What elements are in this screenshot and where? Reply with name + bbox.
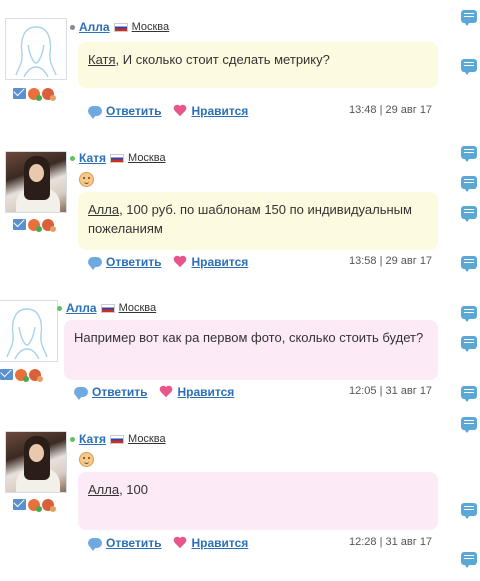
user-actions: [0, 369, 43, 382]
gift-icon[interactable]: [28, 219, 42, 232]
smiley-icon: [79, 172, 94, 187]
author-city[interactable]: Москва: [128, 433, 166, 445]
online-status-dot: [70, 155, 75, 161]
user-actions: [13, 88, 56, 101]
comment-icon[interactable]: [461, 10, 477, 26]
comment-icon[interactable]: [461, 59, 477, 75]
flag-icon: [113, 22, 128, 32]
message-text: , 100: [119, 482, 148, 497]
heart-icon: [173, 256, 187, 268]
message-bubble: Катя, И сколько стоит сделать метрику?: [78, 42, 438, 88]
message-bubble: Например вот как ра первом фото, сколько…: [64, 320, 438, 380]
reply-button[interactable]: Ответить: [74, 385, 147, 400]
avatar[interactable]: [0, 300, 58, 362]
mention-link[interactable]: Алла: [88, 202, 119, 217]
present-icon[interactable]: [42, 499, 56, 512]
reply-button[interactable]: Ответить: [88, 255, 161, 270]
author-name[interactable]: Алла: [79, 20, 110, 34]
message-text: Например вот как ра первом фото, сколько…: [74, 330, 424, 345]
present-icon[interactable]: [42, 88, 56, 101]
comment-icon[interactable]: [461, 146, 477, 162]
comment-icon[interactable]: [461, 336, 477, 352]
gift-icon[interactable]: [15, 369, 29, 382]
author-city[interactable]: Москва: [128, 152, 166, 164]
author-name[interactable]: Алла: [66, 301, 97, 315]
mail-icon[interactable]: [13, 499, 26, 510]
comment-icon[interactable]: [461, 417, 477, 433]
reply-icon: [88, 538, 102, 551]
like-button[interactable]: Нравится: [173, 104, 248, 118]
mail-icon[interactable]: [13, 88, 26, 99]
comment-icon[interactable]: [461, 256, 477, 272]
message-text: , 100 руб. по шаблонам 150 по индивидуал…: [88, 202, 412, 236]
author-name[interactable]: Катя: [79, 432, 106, 446]
mail-icon[interactable]: [0, 369, 13, 380]
timestamp: 13:58 | 29 авг 17: [349, 255, 433, 267]
status-dot: [70, 24, 75, 30]
reply-icon: [88, 257, 102, 270]
gift-icon[interactable]: [28, 499, 42, 512]
present-icon[interactable]: [29, 369, 43, 382]
heart-icon: [173, 537, 187, 549]
reply-button[interactable]: Ответить: [88, 104, 161, 119]
like-button[interactable]: Нравится: [159, 385, 234, 399]
author-name[interactable]: Катя: [79, 151, 106, 165]
flag-icon: [100, 303, 115, 313]
comment-icon[interactable]: [461, 306, 477, 322]
comment-icon[interactable]: [461, 206, 477, 222]
gift-icon[interactable]: [28, 88, 42, 101]
message-bubble: Алла, 100 руб. по шаблонам 150 по индиви…: [78, 192, 438, 250]
avatar[interactable]: [5, 18, 67, 80]
mention-link[interactable]: Катя: [88, 52, 116, 67]
message-bubble: Алла, 100: [78, 472, 438, 530]
reply-icon: [74, 387, 88, 400]
mail-icon[interactable]: [13, 219, 26, 230]
user-actions: [13, 499, 56, 512]
heart-icon: [159, 386, 173, 398]
flag-icon: [110, 153, 125, 163]
smiley-icon: [79, 452, 94, 467]
avatar[interactable]: [5, 431, 67, 493]
avatar[interactable]: [5, 151, 67, 213]
online-status-dot: [70, 436, 75, 442]
like-button[interactable]: Нравится: [173, 536, 248, 550]
reply-icon: [88, 106, 102, 119]
timestamp: 12:28 | 31 авг 17: [349, 536, 433, 548]
present-icon[interactable]: [42, 219, 56, 232]
mention-link[interactable]: Алла: [88, 482, 119, 497]
message-text: , И сколько стоит сделать метрику?: [115, 52, 330, 67]
comment-icon[interactable]: [461, 176, 477, 192]
user-actions: [13, 219, 56, 232]
author-city[interactable]: Москва: [119, 302, 157, 314]
comment-icon[interactable]: [461, 503, 477, 519]
author-city[interactable]: Москва: [132, 21, 170, 33]
timestamp: 12:05 | 31 авг 17: [349, 385, 433, 397]
flag-icon: [110, 434, 125, 444]
timestamp: 13:48 | 29 авг 17: [349, 104, 433, 116]
like-button[interactable]: Нравится: [173, 255, 248, 269]
comment-icon[interactable]: [461, 386, 477, 402]
online-status-dot: [57, 305, 62, 311]
heart-icon: [173, 105, 187, 117]
reply-button[interactable]: Ответить: [88, 536, 161, 551]
comment-icon[interactable]: [461, 552, 477, 568]
